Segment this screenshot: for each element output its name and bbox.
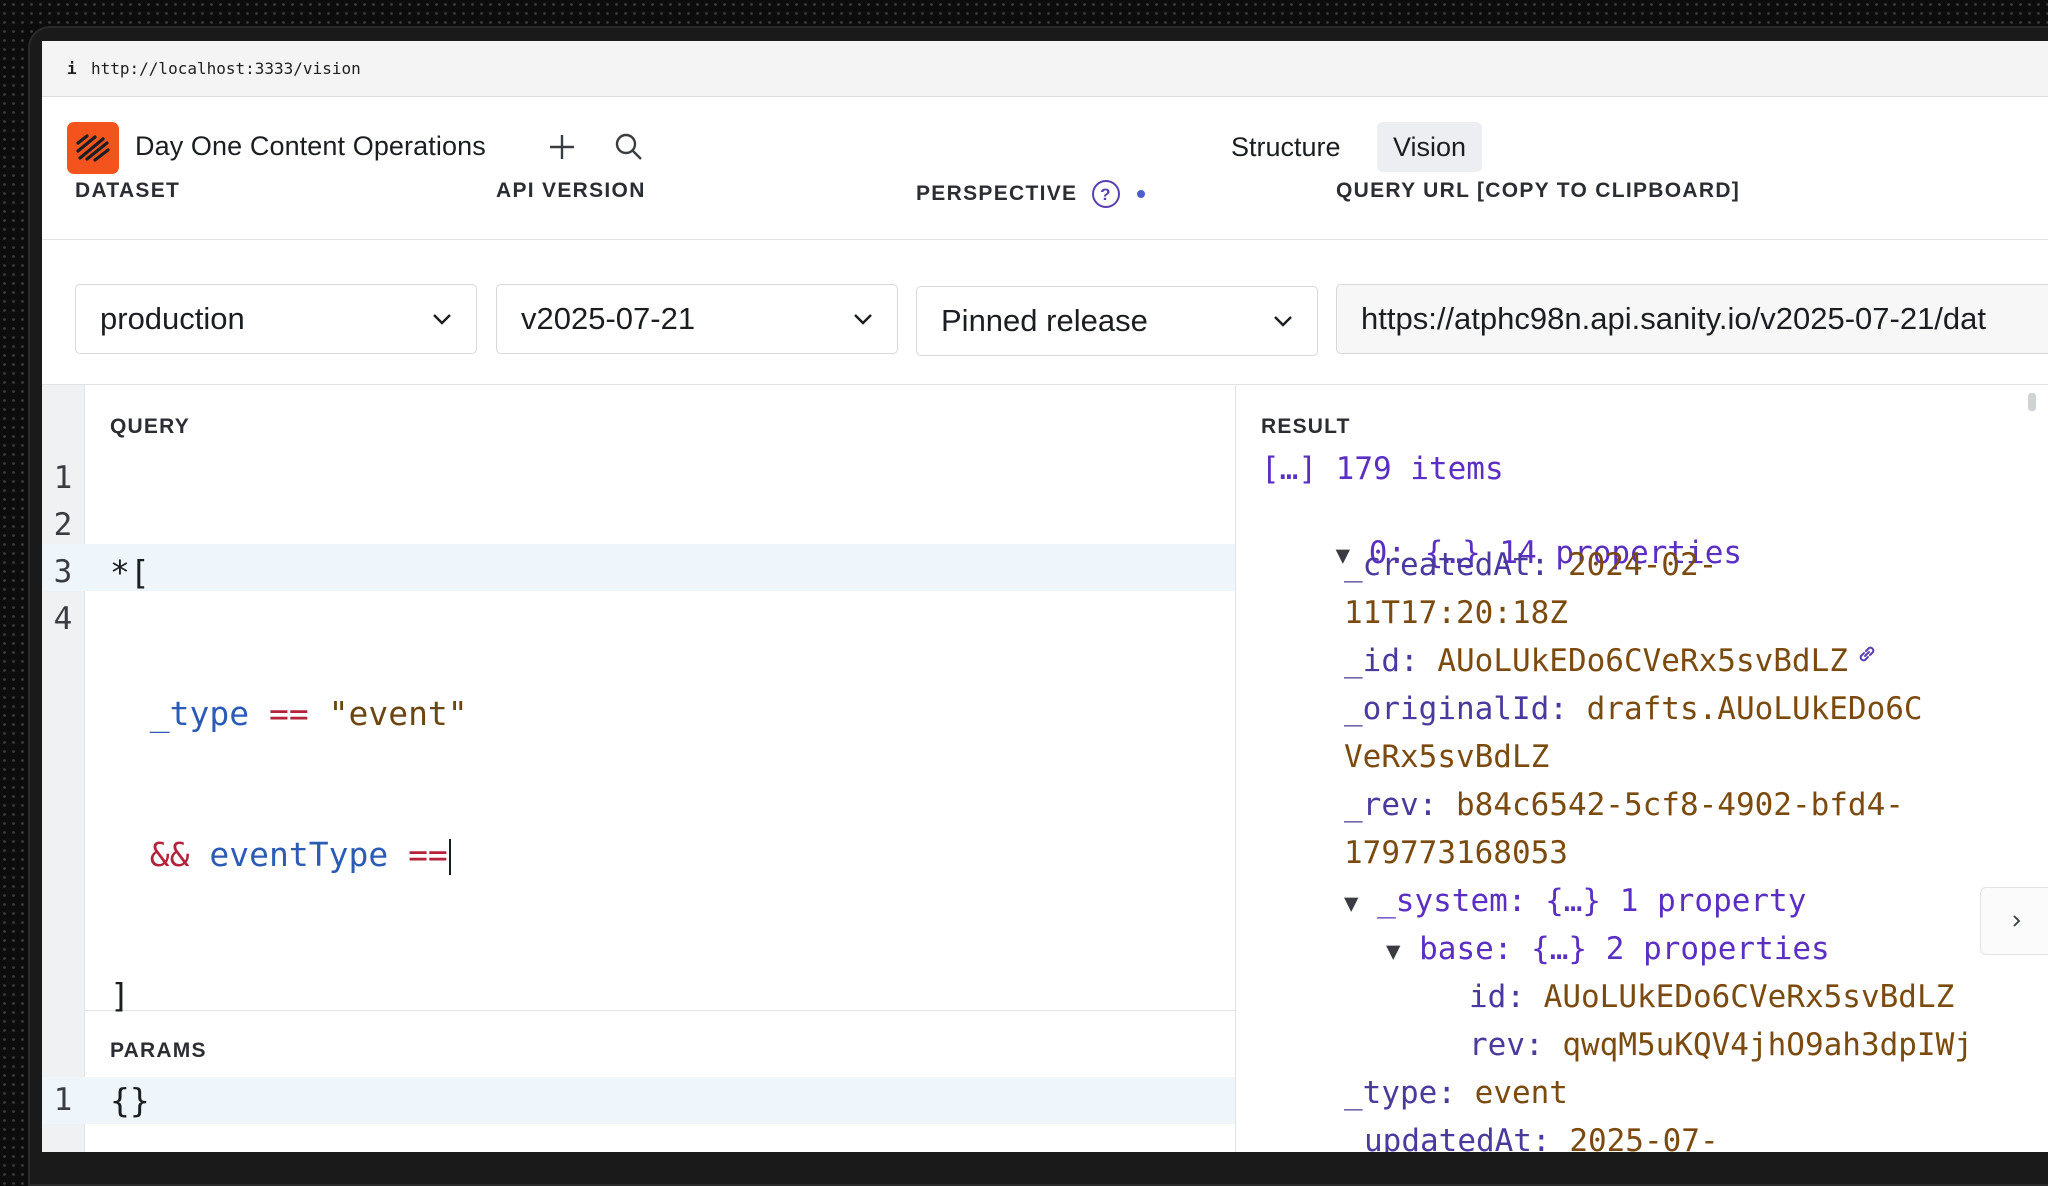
perspective-label-group: PERSPECTIVE ? bbox=[916, 179, 1146, 209]
code-line-1: *[ bbox=[110, 549, 468, 596]
result-value: 2025-07- bbox=[1569, 1123, 1719, 1152]
code-token: ] bbox=[110, 976, 130, 1015]
result-value: qwqM5uKQV4jhO9ah3dpIWj bbox=[1562, 1027, 1973, 1063]
api-version-label: API VERSION bbox=[496, 179, 646, 202]
result-label: RESULT bbox=[1261, 415, 1351, 438]
line-number: 1 bbox=[53, 460, 73, 496]
api-version-value: v2025-07-21 bbox=[521, 301, 696, 336]
result-node-label: _system: {…} 1 property bbox=[1377, 883, 1807, 919]
result-key: _id: bbox=[1344, 643, 1419, 679]
search-icon[interactable] bbox=[609, 127, 649, 167]
query-url-label[interactable]: QUERY URL [COPY TO CLIPBOARD] bbox=[1336, 179, 1740, 203]
result-value: drafts.AUoLUkEDo6C bbox=[1586, 691, 1923, 727]
code-line-3: && eventType == bbox=[110, 831, 468, 878]
params-editor[interactable]: {} bbox=[110, 1077, 150, 1124]
code-token: && bbox=[149, 835, 190, 874]
result-row: _id: AUoLUkEDo6CVeRx5svBdLZ bbox=[1344, 643, 1878, 679]
chevron-right-icon bbox=[2013, 915, 2021, 927]
info-icon[interactable]: i bbox=[67, 59, 91, 78]
active-line-highlight bbox=[42, 1077, 1235, 1124]
line-number: 3 bbox=[53, 554, 73, 590]
url-bar[interactable]: i http://localhost:3333/vision bbox=[42, 41, 2048, 97]
status-dot-icon bbox=[1137, 190, 1146, 198]
svg-text:?: ? bbox=[1101, 185, 1113, 204]
result-node-system[interactable]: ▼ _system: {…} 1 property bbox=[1344, 883, 1806, 919]
scrollbar[interactable] bbox=[2028, 393, 2036, 411]
api-version-select[interactable]: v2025-07-21 bbox=[496, 284, 898, 354]
result-value: 179773168053 bbox=[1344, 835, 1568, 871]
result-key: id: bbox=[1469, 979, 1525, 1015]
tab-vision[interactable]: Vision bbox=[1377, 122, 1483, 172]
app-title[interactable]: Day One Content Operations bbox=[135, 131, 486, 162]
line-number: 2 bbox=[53, 507, 73, 543]
line-number: 4 bbox=[53, 601, 73, 637]
code-token: {} bbox=[110, 1081, 150, 1120]
result-value: b84c6542-5cf8-4902-bfd4- bbox=[1456, 787, 1904, 823]
result-key: updatedAt: bbox=[1364, 1123, 1551, 1152]
result-key: _createdAt: bbox=[1344, 547, 1550, 583]
result-node-label: base: {…} 2 properties bbox=[1419, 931, 1830, 967]
result-node-base[interactable]: ▼ base: {…} 2 properties bbox=[1386, 931, 1830, 967]
url-text[interactable]: http://localhost:3333/vision bbox=[91, 59, 361, 78]
result-value: AUoLUkEDo6CVeRx5svBdLZ bbox=[1543, 979, 1955, 1015]
code-line-2: _type == "event" bbox=[110, 690, 468, 737]
result-key: _originalId: bbox=[1344, 691, 1568, 727]
result-value: event bbox=[1474, 1075, 1568, 1111]
code-token: "event" bbox=[328, 694, 468, 733]
result-summary[interactable]: […] 179 items bbox=[1261, 451, 1504, 487]
plus-icon[interactable] bbox=[542, 127, 582, 167]
query-editor[interactable]: *[ _type == "event" && eventType == ] bbox=[110, 455, 468, 1113]
result-key: _rev: bbox=[1344, 787, 1438, 823]
code-token: eventType bbox=[209, 835, 389, 874]
result-value: 11T17:20:18Z bbox=[1344, 595, 1568, 631]
dataset-label: DATASET bbox=[75, 179, 181, 202]
result-row: _rev: b84c6542-5cf8-4902-bfd4- bbox=[1344, 787, 1904, 823]
code-line-4: ] bbox=[110, 972, 468, 1019]
app-header: Day One Content Operations Structure Vis… bbox=[42, 97, 2048, 240]
result-row: _type: event bbox=[1344, 1075, 1568, 1111]
pane-divider[interactable] bbox=[1235, 385, 1236, 1152]
text-cursor bbox=[448, 838, 451, 875]
chevron-down-icon bbox=[433, 314, 451, 325]
tab-structure[interactable]: Structure bbox=[1215, 122, 1357, 172]
result-value: VeRx5svBdLZ bbox=[1344, 739, 1550, 775]
dataset-select[interactable]: production bbox=[75, 284, 477, 354]
divider bbox=[42, 384, 2048, 385]
result-row: _originalId: drafts.AUoLUkEDo6C bbox=[1344, 691, 1923, 727]
query-url-value: https://atphc98n.api.sanity.io/v2025-07-… bbox=[1361, 301, 1987, 336]
app-logo-icon[interactable] bbox=[67, 122, 119, 174]
dataset-value: production bbox=[100, 301, 245, 336]
collapse-triangle-icon[interactable]: ▼ bbox=[1344, 889, 1358, 917]
result-row: updatedAt: 2025-07- bbox=[1364, 1123, 1719, 1152]
line-number: 1 bbox=[53, 1082, 73, 1118]
result-row: id: AUoLUkEDo6CVeRx5svBdLZ bbox=[1469, 979, 1954, 1015]
result-row: _createdAt: 2024-02- bbox=[1344, 547, 1717, 583]
query-label: QUERY bbox=[110, 415, 190, 438]
result-key: _type: bbox=[1344, 1075, 1456, 1111]
result-value: AUoLUkEDo6CVeRx5svBdLZ bbox=[1437, 643, 1848, 679]
perspective-select[interactable]: Pinned release bbox=[916, 286, 1318, 356]
params-label: PARAMS bbox=[110, 1039, 207, 1062]
perspective-label: PERSPECTIVE bbox=[916, 182, 1078, 205]
result-key: rev: bbox=[1469, 1027, 1544, 1063]
query-url-field[interactable]: https://atphc98n.api.sanity.io/v2025-07-… bbox=[1336, 284, 2048, 354]
help-icon[interactable]: ? bbox=[1091, 179, 1121, 209]
result-row: rev: qwqM5uKQV4jhO9ah3dpIWj bbox=[1469, 1027, 1973, 1063]
link-icon[interactable] bbox=[1856, 643, 1878, 665]
code-token: _type bbox=[149, 694, 250, 733]
chevron-down-icon bbox=[854, 314, 872, 325]
perspective-value: Pinned release bbox=[941, 303, 1148, 338]
expand-panel-button[interactable] bbox=[1980, 887, 2048, 955]
code-token: == bbox=[268, 694, 309, 733]
collapse-triangle-icon[interactable]: ▼ bbox=[1386, 937, 1400, 965]
code-token: == bbox=[408, 835, 448, 874]
chevron-down-icon bbox=[1274, 316, 1292, 327]
code-token: *[ bbox=[110, 553, 150, 592]
result-value: 2024-02- bbox=[1567, 547, 1718, 583]
browser-window: i http://localhost:3333/vision Day One C… bbox=[42, 41, 2048, 1152]
